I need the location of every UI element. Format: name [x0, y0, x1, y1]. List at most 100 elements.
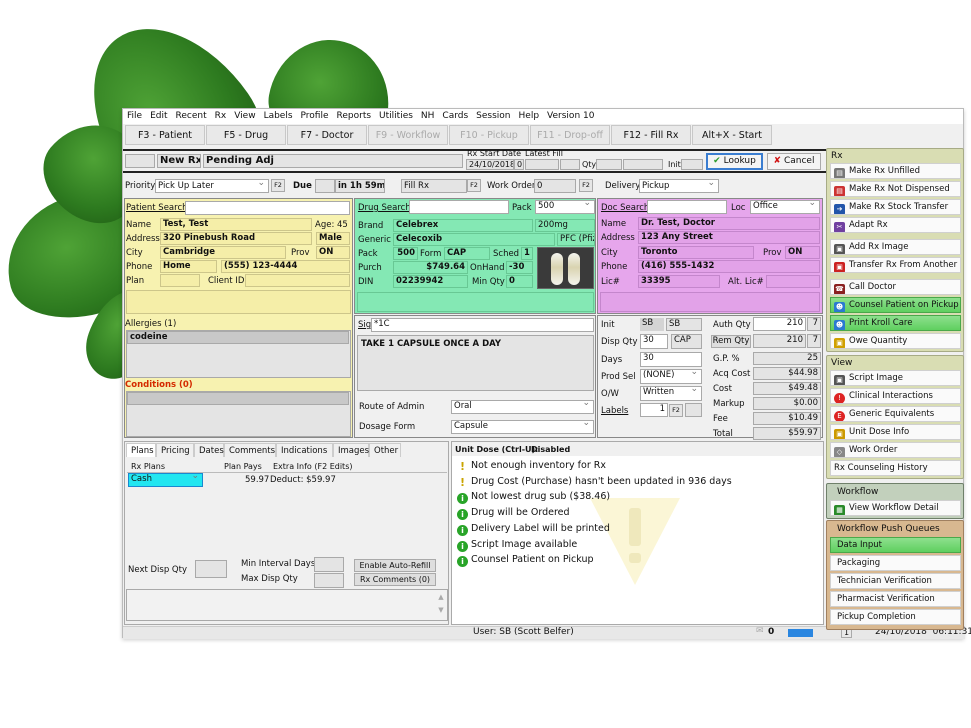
view-workflow-detail-button[interactable]: ▦ View Workflow Detail: [830, 500, 961, 516]
menu-rx[interactable]: Rx: [211, 109, 231, 124]
work-order-field[interactable]: 0: [534, 179, 576, 193]
labels-label: Labels: [601, 406, 629, 416]
days-input[interactable]: 30: [640, 352, 702, 367]
menu-labels[interactable]: Labels: [260, 109, 297, 124]
comments-textarea[interactable]: [126, 589, 448, 621]
menu-cards[interactable]: Cards: [438, 109, 472, 124]
menu-profile[interactable]: Profile: [297, 109, 333, 124]
sidebar-view-item[interactable]: Rx Counseling History: [830, 460, 961, 476]
auth-qty[interactable]: 210: [753, 317, 806, 331]
labels-f2-button[interactable]: F2: [669, 404, 683, 417]
sig-code-input[interactable]: *1C: [371, 318, 594, 332]
ow-select[interactable]: Written: [640, 386, 702, 401]
sidebar-rx-item[interactable]: ▤ Make Rx Unfilled: [830, 163, 961, 179]
menu-nh[interactable]: NH: [417, 109, 439, 124]
fkey-button[interactable]: F10 - Pickup: [449, 125, 529, 145]
rx-comments-button[interactable]: Rx Comments (0): [354, 573, 436, 586]
menu-help[interactable]: Help: [515, 109, 544, 124]
fill-f2-button[interactable]: F2: [467, 179, 481, 192]
patient-search-input[interactable]: [185, 201, 350, 215]
tab-indications[interactable]: Indications: [276, 443, 333, 457]
drug-manufacturer: PFC (Pfiz: [557, 233, 595, 246]
sidebar-view-item[interactable]: ▣ Script Image: [830, 370, 961, 386]
tab-pricing[interactable]: Pricing: [156, 443, 194, 457]
priority-select[interactable]: Pick Up Later: [155, 179, 269, 193]
sidebar-rx-item[interactable]: ☻ Counsel Patient on Pickup: [830, 297, 961, 313]
sidebar-rx-section-title[interactable]: Rx: [831, 151, 843, 161]
menu-file[interactable]: File: [123, 109, 146, 124]
fkey-button[interactable]: F5 - Drug: [206, 125, 286, 145]
drug-image[interactable]: [537, 247, 594, 289]
sidebar-view-item[interactable]: E Generic Equivalents: [830, 406, 961, 422]
tab-plans[interactable]: Plans: [126, 443, 156, 457]
min-interval-input[interactable]: [314, 557, 344, 572]
queue-item[interactable]: Pickup Completion: [830, 609, 961, 625]
cancel-button[interactable]: ✘ Cancel: [767, 153, 821, 170]
sidebar-rx-item[interactable]: ☎ Call Doctor: [830, 279, 961, 295]
sidebar-rx-item[interactable]: ▣ Transfer Rx From Another ...: [830, 257, 961, 273]
tab-other[interactable]: Other: [369, 443, 401, 457]
sidebar-rx-item[interactable]: ☻ Print Kroll Care: [830, 315, 961, 331]
next-disp-qty-input[interactable]: [195, 560, 227, 578]
menu-utilities[interactable]: Utilities: [375, 109, 417, 124]
sidebar-queues-section-title[interactable]: Workflow Push Queues: [837, 524, 940, 534]
menu-session[interactable]: Session: [472, 109, 514, 124]
prod-sel-select[interactable]: (NONE): [640, 369, 702, 384]
max-disp-input[interactable]: [314, 573, 344, 588]
drug-search-input[interactable]: [409, 200, 509, 214]
menu-version-10[interactable]: Version 10: [543, 109, 598, 124]
allergy-item[interactable]: codeine: [127, 331, 349, 344]
lookup-button[interactable]: ✔ Lookup: [706, 153, 763, 170]
loc-select[interactable]: Office: [750, 200, 820, 214]
sidebar-rx-item[interactable]: ✂ Adapt Rx: [830, 217, 961, 233]
fkey-button[interactable]: F7 - Doctor: [287, 125, 367, 145]
sidebar-rx-item[interactable]: ▣ Owe Quantity: [830, 333, 961, 349]
fkey-button[interactable]: F9 - Workflow: [368, 125, 448, 145]
fkey-button[interactable]: Alt+X - Start: [692, 125, 772, 145]
menu-edit[interactable]: Edit: [146, 109, 171, 124]
sig-text[interactable]: TAKE 1 CAPSULE ONCE A DAY: [357, 335, 594, 391]
init-field: [681, 159, 703, 170]
fkey-button[interactable]: F12 - Fill Rx: [611, 125, 691, 145]
rx-plan-select[interactable]: Cash: [128, 473, 203, 487]
sidebar-rx-item[interactable]: ▤ Make Rx Not Dispensed: [830, 181, 961, 197]
sidebar-rx-item[interactable]: ▣ Add Rx Image: [830, 239, 961, 255]
queue-item[interactable]: Data Input: [830, 537, 961, 553]
menu-view[interactable]: View: [230, 109, 259, 124]
tab-comments[interactable]: Comments: [224, 443, 276, 457]
sidebar-view-item[interactable]: ▣ Unit Dose Info: [830, 424, 961, 440]
days-label: Days: [601, 355, 623, 365]
rem-qty-button[interactable]: Rem Qty: [711, 335, 751, 348]
max-disp-label: Max Disp Qty: [241, 574, 298, 584]
delivery-select[interactable]: Pickup: [639, 179, 719, 193]
message-text: Not enough inventory for Rx: [471, 460, 606, 471]
menu-reports[interactable]: Reports: [333, 109, 376, 124]
sidebar-rx-item[interactable]: ➔ Make Rx Stock Transfer: [830, 199, 961, 215]
menu-recent[interactable]: Recent: [172, 109, 211, 124]
tab-images[interactable]: Images: [333, 443, 369, 457]
sidebar-view-section-title[interactable]: View: [831, 358, 852, 368]
pack-select[interactable]: 500: [535, 200, 595, 214]
sidebar-view-item[interactable]: ! Clinical Interactions: [830, 388, 961, 404]
pack-select-label: Pack: [512, 203, 532, 213]
sidebar-view-item[interactable]: ◇ Work Order: [830, 442, 961, 458]
queue-item[interactable]: Pharmacist Verification: [830, 591, 961, 607]
comments-scrollbar[interactable]: ▲ ▼: [436, 591, 446, 619]
enable-auto-refill-button[interactable]: Enable Auto-Refill: [354, 559, 436, 572]
print-care-icon: ☻: [834, 320, 845, 330]
tab-dates[interactable]: Dates: [194, 443, 224, 457]
labels-input[interactable]: 1: [640, 403, 668, 417]
unit-dose-value[interactable]: Disabled: [531, 444, 570, 455]
queue-item[interactable]: Technician Verification: [830, 573, 961, 589]
fkey-button[interactable]: F3 - Patient: [125, 125, 205, 145]
queue-item[interactable]: Packaging: [830, 555, 961, 571]
sidebar-workflow-section-title[interactable]: Workflow: [837, 487, 878, 497]
doc-city: Toronto: [638, 246, 754, 259]
disp-qty-input[interactable]: 30: [640, 334, 668, 349]
fkey-button[interactable]: F11 - Drop-off: [530, 125, 610, 145]
route-select[interactable]: Oral: [451, 400, 594, 414]
dosage-select[interactable]: Capsule: [451, 420, 594, 434]
work-order-f2-button[interactable]: F2: [579, 179, 593, 192]
priority-f2-button[interactable]: F2: [271, 179, 285, 192]
doc-search-input[interactable]: [647, 200, 727, 214]
